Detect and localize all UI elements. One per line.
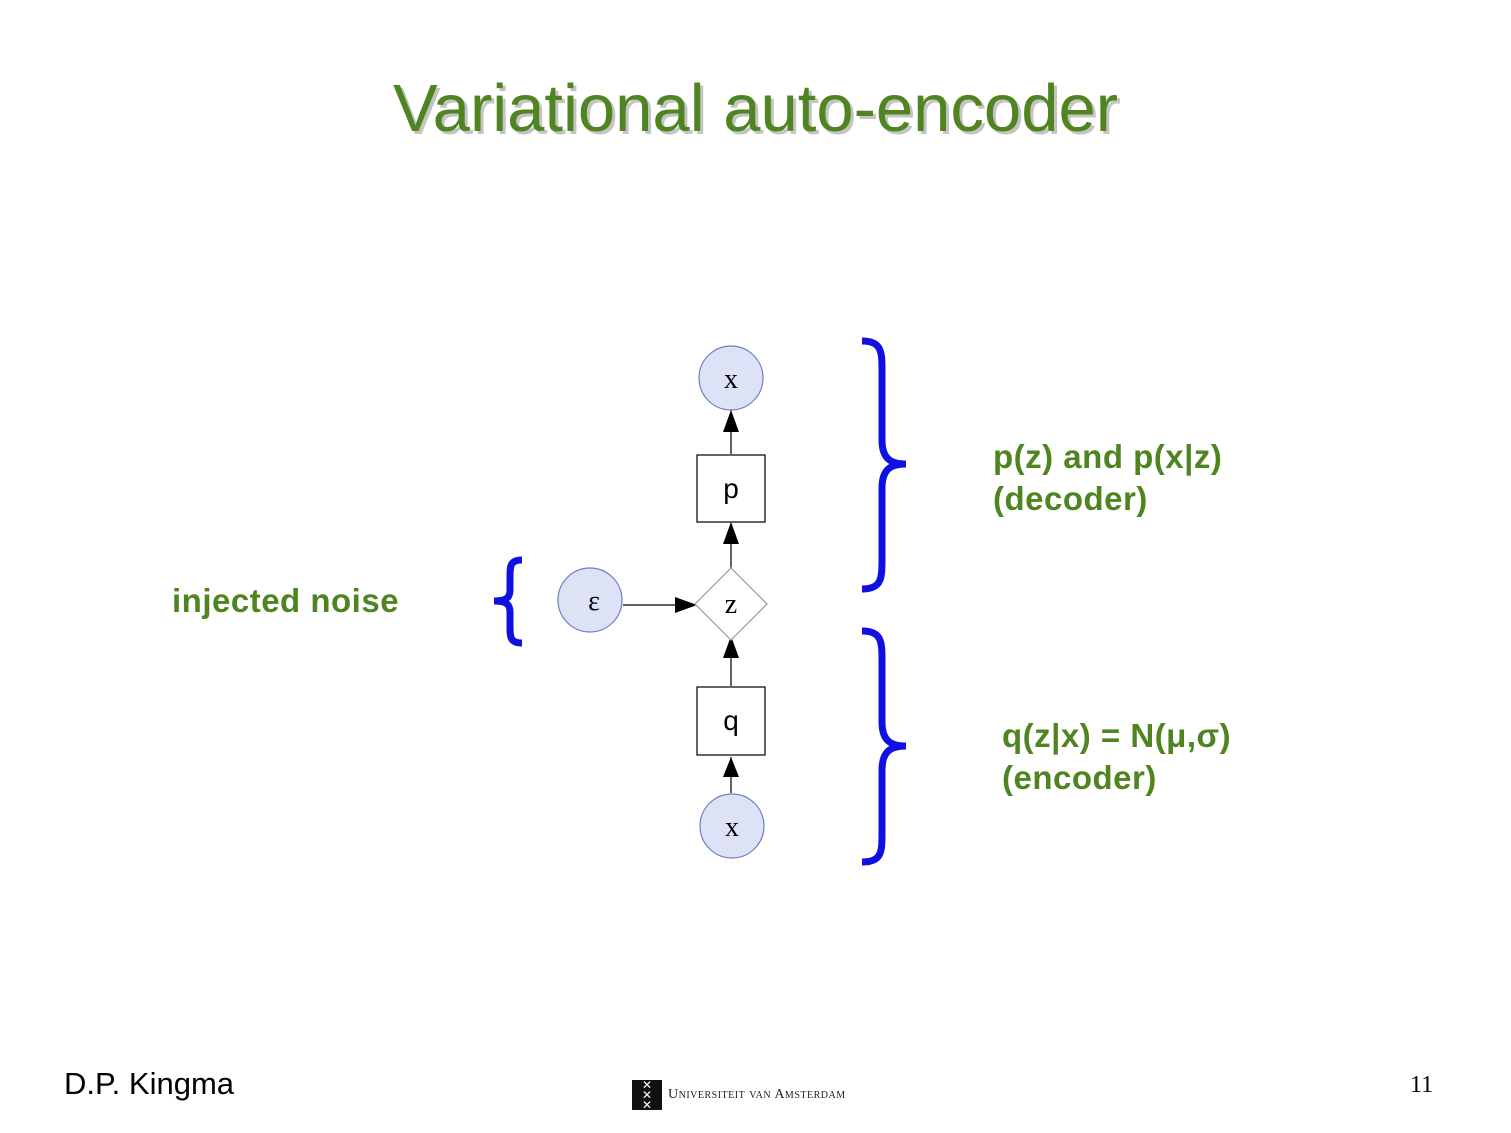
decoder-annotation: p(z) and p(x|z) (decoder): [993, 436, 1222, 520]
encoder-annotation-line2: (encoder): [1002, 759, 1157, 796]
node-p-label: p: [723, 473, 739, 504]
arrowhead-x-to-q: [723, 757, 739, 777]
encoder-annotation: q(z|x) = N(μ,σ) (encoder): [1002, 715, 1231, 799]
university-logo-block: ✕ ✕ ✕ Universiteit van Amsterdam: [632, 1079, 846, 1111]
node-z-label: z: [725, 589, 737, 620]
decoder-annotation-line1: p(z) and p(x|z): [993, 438, 1223, 475]
decoder-annotation-line2: (decoder): [993, 480, 1148, 517]
university-name: Universiteit van Amsterdam: [668, 1087, 846, 1102]
node-x-output-label: x: [724, 364, 738, 395]
uva-crest-icon: ✕ ✕ ✕: [632, 1079, 662, 1111]
encoder-brace: [861, 627, 907, 866]
vae-diagram: x p z ε q x: [493, 337, 907, 866]
arrowhead-eps-to-z: [675, 597, 697, 613]
noise-brace: [493, 556, 523, 647]
noise-annotation: injected noise: [172, 582, 400, 619]
node-epsilon-label: ε: [588, 586, 600, 617]
arrowhead-z-to-p: [723, 522, 739, 544]
decoder-brace: [861, 337, 907, 593]
node-x-input-label: x: [725, 812, 739, 843]
arrowhead-p-to-x: [723, 410, 739, 432]
page-number: 11: [1410, 1072, 1434, 1098]
node-q-label: q: [723, 705, 739, 736]
author-name: D.P. Kingma: [64, 1066, 235, 1101]
encoder-annotation-line1: q(z|x) = N(μ,σ): [1002, 717, 1232, 754]
